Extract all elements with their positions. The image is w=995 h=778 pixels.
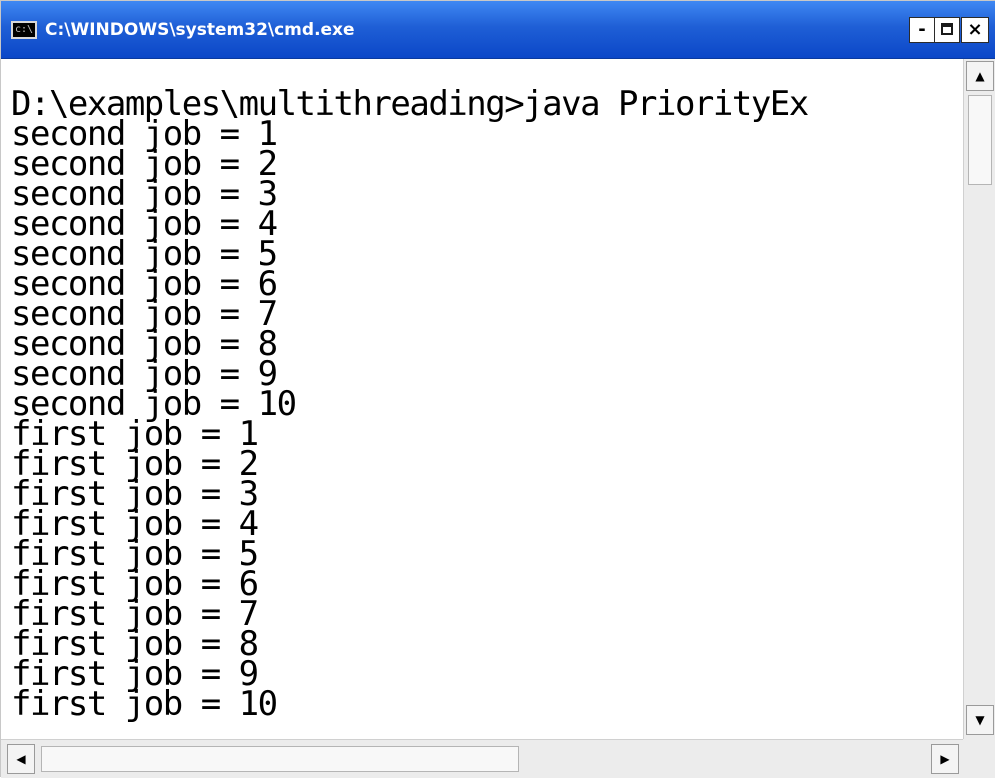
horizontal-scroll-thumb[interactable]: [41, 746, 519, 772]
cmd-icon[interactable]: c:\: [11, 21, 37, 39]
vertical-scroll-thumb[interactable]: [968, 95, 992, 185]
scroll-right-icon[interactable]: ▶: [931, 744, 959, 774]
maximize-button[interactable]: [934, 17, 960, 43]
close-button[interactable]: ×: [961, 17, 989, 43]
horizontal-scrollbar[interactable]: ◀ ▶: [1, 739, 963, 778]
scroll-left-icon[interactable]: ◀: [7, 744, 35, 774]
console-line: first job = 10: [11, 684, 278, 724]
scroll-down-icon[interactable]: ▼: [966, 705, 994, 735]
console-output[interactable]: D:\examples\multithreading>java Priority…: [1, 59, 963, 739]
scroll-up-icon[interactable]: ▲: [966, 61, 994, 91]
maximize-icon: [941, 23, 953, 35]
window-title: C:\WINDOWS\system32\cmd.exe: [45, 20, 355, 40]
cmd-window: c:\ C:\WINDOWS\system32\cmd.exe - × D:\e…: [0, 0, 995, 778]
minimize-button[interactable]: -: [909, 17, 935, 43]
vertical-scrollbar[interactable]: ▲ ▼: [963, 59, 995, 739]
title-bar[interactable]: c:\ C:\WINDOWS\system32\cmd.exe - ×: [1, 1, 995, 59]
resize-grip-icon[interactable]: [963, 739, 995, 778]
